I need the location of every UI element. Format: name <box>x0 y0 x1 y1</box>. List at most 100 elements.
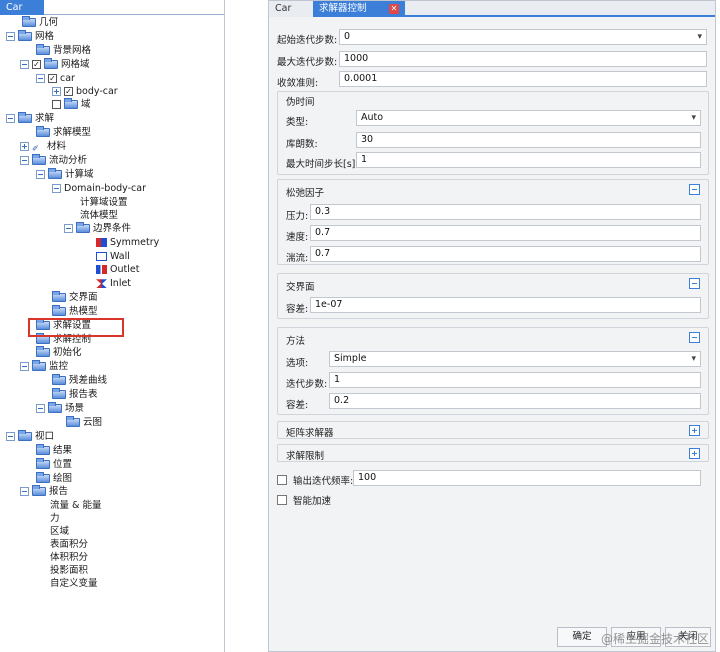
collapse-icon[interactable] <box>36 170 45 180</box>
collapse-icon[interactable] <box>20 60 29 70</box>
tree-item-body-car[interactable]: ✓ body-car <box>52 85 118 99</box>
tree-item-domain[interactable]: 域 <box>52 98 91 112</box>
tree-item-symmetry[interactable]: Symmetry <box>96 236 159 250</box>
max-iter-input[interactable]: 1000 <box>339 51 707 67</box>
close-tab-icon[interactable]: ✕ <box>389 4 399 14</box>
tab-car[interactable]: Car <box>269 1 313 17</box>
watermark: @稀土掘金技术社区 <box>600 632 709 646</box>
tree-item-mesh[interactable]: 网格 <box>6 30 54 44</box>
tab-solver-control[interactable]: 求解器控制 ✕ <box>313 1 405 17</box>
folder-icon <box>18 30 32 42</box>
option-select[interactable]: Simple <box>329 351 701 367</box>
tree-item-thermal-model[interactable]: 热模型 <box>52 305 98 319</box>
convergence-input[interactable]: 0.0001 <box>339 71 707 87</box>
solve-limits-group[interactable]: 求解限制 <box>277 444 709 462</box>
collapse-icon[interactable] <box>6 432 15 442</box>
courant-label: 库朗数: <box>286 139 318 150</box>
symmetry-bc-icon <box>96 238 107 248</box>
tree-item-domain-body-car[interactable]: Domain-body-car <box>52 182 146 196</box>
checkbox-checked-icon[interactable]: ✓ <box>48 74 57 84</box>
type-select[interactable]: Auto <box>356 110 701 126</box>
tree-item-background-mesh[interactable]: 背景网格 <box>36 44 91 58</box>
solve-limits-title: 求解限制 <box>286 451 325 462</box>
folder-icon <box>36 444 50 456</box>
tree-item-residual-curve[interactable]: 残差曲线 <box>52 374 107 388</box>
max-time-step-input[interactable]: 1 <box>356 152 701 168</box>
smart-accel-checkbox[interactable] <box>277 495 287 505</box>
tab-car[interactable]: Car <box>0 0 44 15</box>
folder-icon <box>52 374 66 386</box>
expand-icon[interactable] <box>52 87 61 97</box>
expand-group-icon[interactable] <box>689 425 700 436</box>
tree-item-plot[interactable]: 绘图 <box>36 472 72 486</box>
solver-control-panel: Car 求解器控制 ✕ 起始迭代步数: 0 最大迭代步数: 1000 收敛准则:… <box>268 0 716 652</box>
method-tol-input[interactable]: 0.2 <box>329 393 701 409</box>
tree-item-car[interactable]: ✓ car <box>36 72 75 86</box>
tree-item-report[interactable]: 报告 <box>20 485 68 499</box>
tree-item-materials[interactable]: ✐ 材料 <box>20 140 66 154</box>
folder-icon <box>52 291 66 303</box>
tree-item-region[interactable]: 区域 <box>50 525 69 539</box>
collapse-group-icon[interactable] <box>689 184 700 195</box>
interface-tol-input[interactable]: 1e-07 <box>310 297 701 313</box>
expand-icon[interactable] <box>20 142 29 152</box>
tree-item-boundary-conditions[interactable]: 边界条件 <box>64 222 131 236</box>
tree-item-force[interactable]: 力 <box>50 512 60 526</box>
ok-button[interactable]: 确定 <box>557 627 607 647</box>
collapse-icon[interactable] <box>6 32 15 42</box>
tree-item-initialization[interactable]: 初始化 <box>36 346 82 360</box>
left-tab-bar: Car <box>0 0 224 15</box>
tree-item-monitor[interactable]: 监控 <box>20 360 68 374</box>
collapse-icon[interactable] <box>36 404 45 414</box>
output-freq-checkbox[interactable] <box>277 475 287 485</box>
tree-item-volume-integral[interactable]: 体积积分 <box>50 551 88 565</box>
tree-item-fluid-model[interactable]: 流体模型 <box>80 209 118 223</box>
collapse-icon[interactable] <box>6 114 15 124</box>
output-freq-input[interactable]: 100 <box>353 470 701 486</box>
collapse-icon[interactable] <box>20 156 29 166</box>
collapse-icon[interactable] <box>20 362 29 372</box>
checkbox-unchecked-icon[interactable] <box>52 100 61 110</box>
tree-item-surface-integral[interactable]: 表面积分 <box>50 538 88 552</box>
tree-item-flow-energy[interactable]: 流量 & 能量 <box>50 499 101 513</box>
tree-item-interface[interactable]: 交界面 <box>52 291 98 305</box>
folder-icon <box>36 44 50 56</box>
checkbox-checked-icon[interactable]: ✓ <box>32 60 41 70</box>
tree-item-flow-analysis[interactable]: 流动分析 <box>20 154 87 168</box>
tree-item-report-table[interactable]: 报告表 <box>52 388 98 402</box>
matrix-solver-group[interactable]: 矩阵求解器 <box>277 421 709 439</box>
start-iter-select[interactable]: 0 <box>339 29 707 45</box>
tree-item-compute-domain[interactable]: 计算域 <box>36 168 94 182</box>
output-freq-label: 输出迭代频率: <box>293 476 354 487</box>
tree-item-domain-settings[interactable]: 计算域设置 <box>80 196 128 210</box>
tree-item-position[interactable]: 位置 <box>36 458 72 472</box>
folder-icon <box>18 430 32 442</box>
tree-item-contour[interactable]: 云图 <box>66 416 102 430</box>
tree-item-results[interactable]: 结果 <box>36 444 72 458</box>
method-tol-label: 容差: <box>286 400 309 411</box>
expand-group-icon[interactable] <box>689 448 700 459</box>
tree-item-solver-model[interactable]: 求解模型 <box>36 126 91 140</box>
tree-item-wall[interactable]: Wall <box>96 250 130 264</box>
checkbox-checked-icon[interactable]: ✓ <box>64 87 73 97</box>
pressure-input[interactable]: 0.3 <box>310 204 701 220</box>
tree-item-inlet[interactable]: Inlet <box>96 277 131 291</box>
collapse-group-icon[interactable] <box>689 332 700 343</box>
turbulence-input[interactable]: 0.7 <box>310 246 701 262</box>
tree-item-scene[interactable]: 场景 <box>36 402 84 416</box>
collapse-group-icon[interactable] <box>689 278 700 289</box>
tree-item-viewport[interactable]: 视口 <box>6 430 54 444</box>
tree-item-geometry[interactable]: 几何 <box>22 16 58 30</box>
collapse-icon[interactable] <box>52 184 61 194</box>
collapse-icon[interactable] <box>36 74 45 84</box>
tree-item-outlet[interactable]: Outlet <box>96 263 139 277</box>
tree-item-solve[interactable]: 求解 <box>6 112 54 126</box>
tree-item-mesh-domain[interactable]: ✓ 网格域 <box>20 58 90 72</box>
collapse-icon[interactable] <box>20 487 29 497</box>
velocity-input[interactable]: 0.7 <box>310 225 701 241</box>
courant-input[interactable]: 30 <box>356 132 701 148</box>
method-iter-input[interactable]: 1 <box>329 372 701 388</box>
collapse-icon[interactable] <box>64 224 73 234</box>
tree-item-projected-area[interactable]: 投影面积 <box>50 564 88 578</box>
tree-item-custom-variable[interactable]: 自定义变量 <box>50 577 98 591</box>
